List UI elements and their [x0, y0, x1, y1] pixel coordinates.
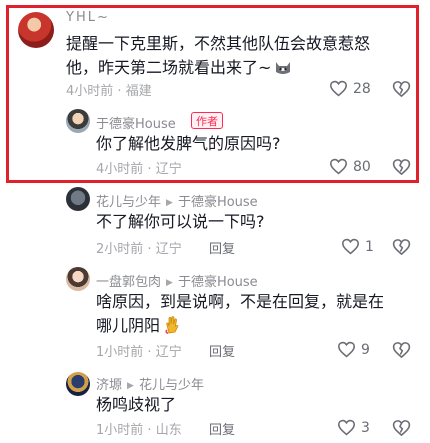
- like-count: 80: [353, 158, 371, 175]
- comment-location: 辽宁: [155, 345, 182, 360]
- broken-heart-icon[interactable]: [392, 80, 411, 98]
- comment-text: 啥原因，到是说啊，不是在回复，就是在 哪儿阴阳: [96, 290, 384, 338]
- comment-text: 提醒一下克里斯，不然其他队伍会故意惹怒 他，昨天第二场就看出来了~: [66, 32, 370, 80]
- like-button[interactable]: 80: [329, 158, 371, 175]
- author-badge: 作者: [191, 112, 223, 129]
- comment-time: 4小时前: [66, 84, 114, 99]
- comment-location: 辽宁: [155, 242, 182, 257]
- comment-text: 不了解你可以说一下吗?: [96, 212, 265, 231]
- avatar[interactable]: [66, 267, 90, 291]
- comment-location: 山东: [155, 423, 182, 438]
- separator: ·: [117, 84, 122, 99]
- broken-heart-icon[interactable]: [392, 419, 411, 437]
- reply-arrow-icon: ▶: [127, 381, 134, 391]
- reply-button[interactable]: 回复: [209, 238, 235, 257]
- comment-meta: 4小时前 · 福建: [66, 80, 152, 99]
- comment-location: 辽宁: [155, 162, 182, 177]
- separator: ·: [147, 345, 152, 360]
- broken-heart-icon[interactable]: [392, 238, 411, 256]
- like-button[interactable]: 1: [341, 238, 374, 255]
- comment-username[interactable]: 花儿与少年 ▶ 于德豪House: [96, 191, 258, 210]
- comment-username[interactable]: 济塬 ▶ 花儿与少年: [96, 374, 204, 393]
- comment-meta: 4小时前 · 辽宁: [96, 158, 182, 177]
- cat-emoji-icon: [276, 62, 291, 74]
- broken-heart-icon[interactable]: [392, 341, 411, 359]
- comment-location: 福建: [125, 84, 152, 99]
- reply-to-username[interactable]: 于德豪House: [178, 275, 258, 290]
- like-count: 28: [353, 80, 371, 97]
- reply-to-username[interactable]: 花儿与少年: [139, 378, 204, 393]
- comment-time: 1小时前: [96, 345, 144, 360]
- heart-icon: [329, 158, 348, 175]
- separator: ·: [147, 162, 152, 177]
- comment-username[interactable]: 一盘郭包肉 ▶ 于德豪House: [96, 271, 258, 290]
- separator: ·: [147, 242, 152, 257]
- avatar[interactable]: [66, 109, 90, 133]
- like-count: 1: [365, 238, 374, 255]
- comment-text-line2: 他，昨天第二场就看出来了~: [66, 58, 272, 77]
- comment-time: 4小时前: [96, 162, 144, 177]
- comment-text-line1: 提醒一下克里斯，不然其他队伍会故意惹怒: [66, 34, 371, 53]
- comment-meta: 1小时前 · 辽宁: [96, 341, 182, 360]
- username-text[interactable]: 花儿与少年: [96, 195, 161, 210]
- reply-arrow-icon: ▶: [166, 198, 173, 208]
- reply-button[interactable]: 回复: [209, 341, 235, 360]
- username-text[interactable]: 一盘郭包肉: [96, 275, 161, 290]
- separator: ·: [147, 423, 152, 438]
- comment-time: 1小时前: [96, 423, 144, 438]
- gold-hand-emoji-icon: [165, 316, 179, 334]
- comment-time: 2小时前: [96, 242, 144, 257]
- comment-username[interactable]: YHL~: [66, 10, 110, 25]
- reply-arrow-icon: ▶: [166, 278, 173, 288]
- avatar[interactable]: [66, 187, 90, 211]
- comment-text-line2: 哪儿阴阳: [96, 316, 161, 335]
- heart-icon: [341, 238, 360, 255]
- comment-text: 你了解他发脾气的原因吗?: [96, 134, 281, 153]
- like-count: 9: [361, 341, 370, 358]
- heart-icon: [337, 341, 356, 358]
- comment-username[interactable]: 于德豪House: [96, 113, 176, 132]
- comment-text-line1: 啥原因，到是说啊，不是在回复，就是在: [96, 292, 385, 311]
- like-count: 3: [361, 419, 370, 436]
- reply-to-username[interactable]: 于德豪House: [178, 195, 258, 210]
- heart-icon: [329, 80, 348, 97]
- avatar[interactable]: [18, 12, 54, 48]
- comment-text: 杨鸣歧视了: [96, 395, 177, 414]
- comment-meta: 1小时前 · 山东: [96, 419, 182, 438]
- username-text[interactable]: 济塬: [96, 378, 122, 393]
- reply-button[interactable]: 回复: [209, 419, 235, 438]
- broken-heart-icon[interactable]: [392, 158, 411, 176]
- like-button[interactable]: 3: [337, 419, 370, 436]
- like-button[interactable]: 28: [329, 80, 371, 97]
- heart-icon: [337, 419, 356, 436]
- comment-meta: 2小时前 · 辽宁: [96, 238, 182, 257]
- like-button[interactable]: 9: [337, 341, 370, 358]
- avatar[interactable]: [66, 372, 90, 396]
